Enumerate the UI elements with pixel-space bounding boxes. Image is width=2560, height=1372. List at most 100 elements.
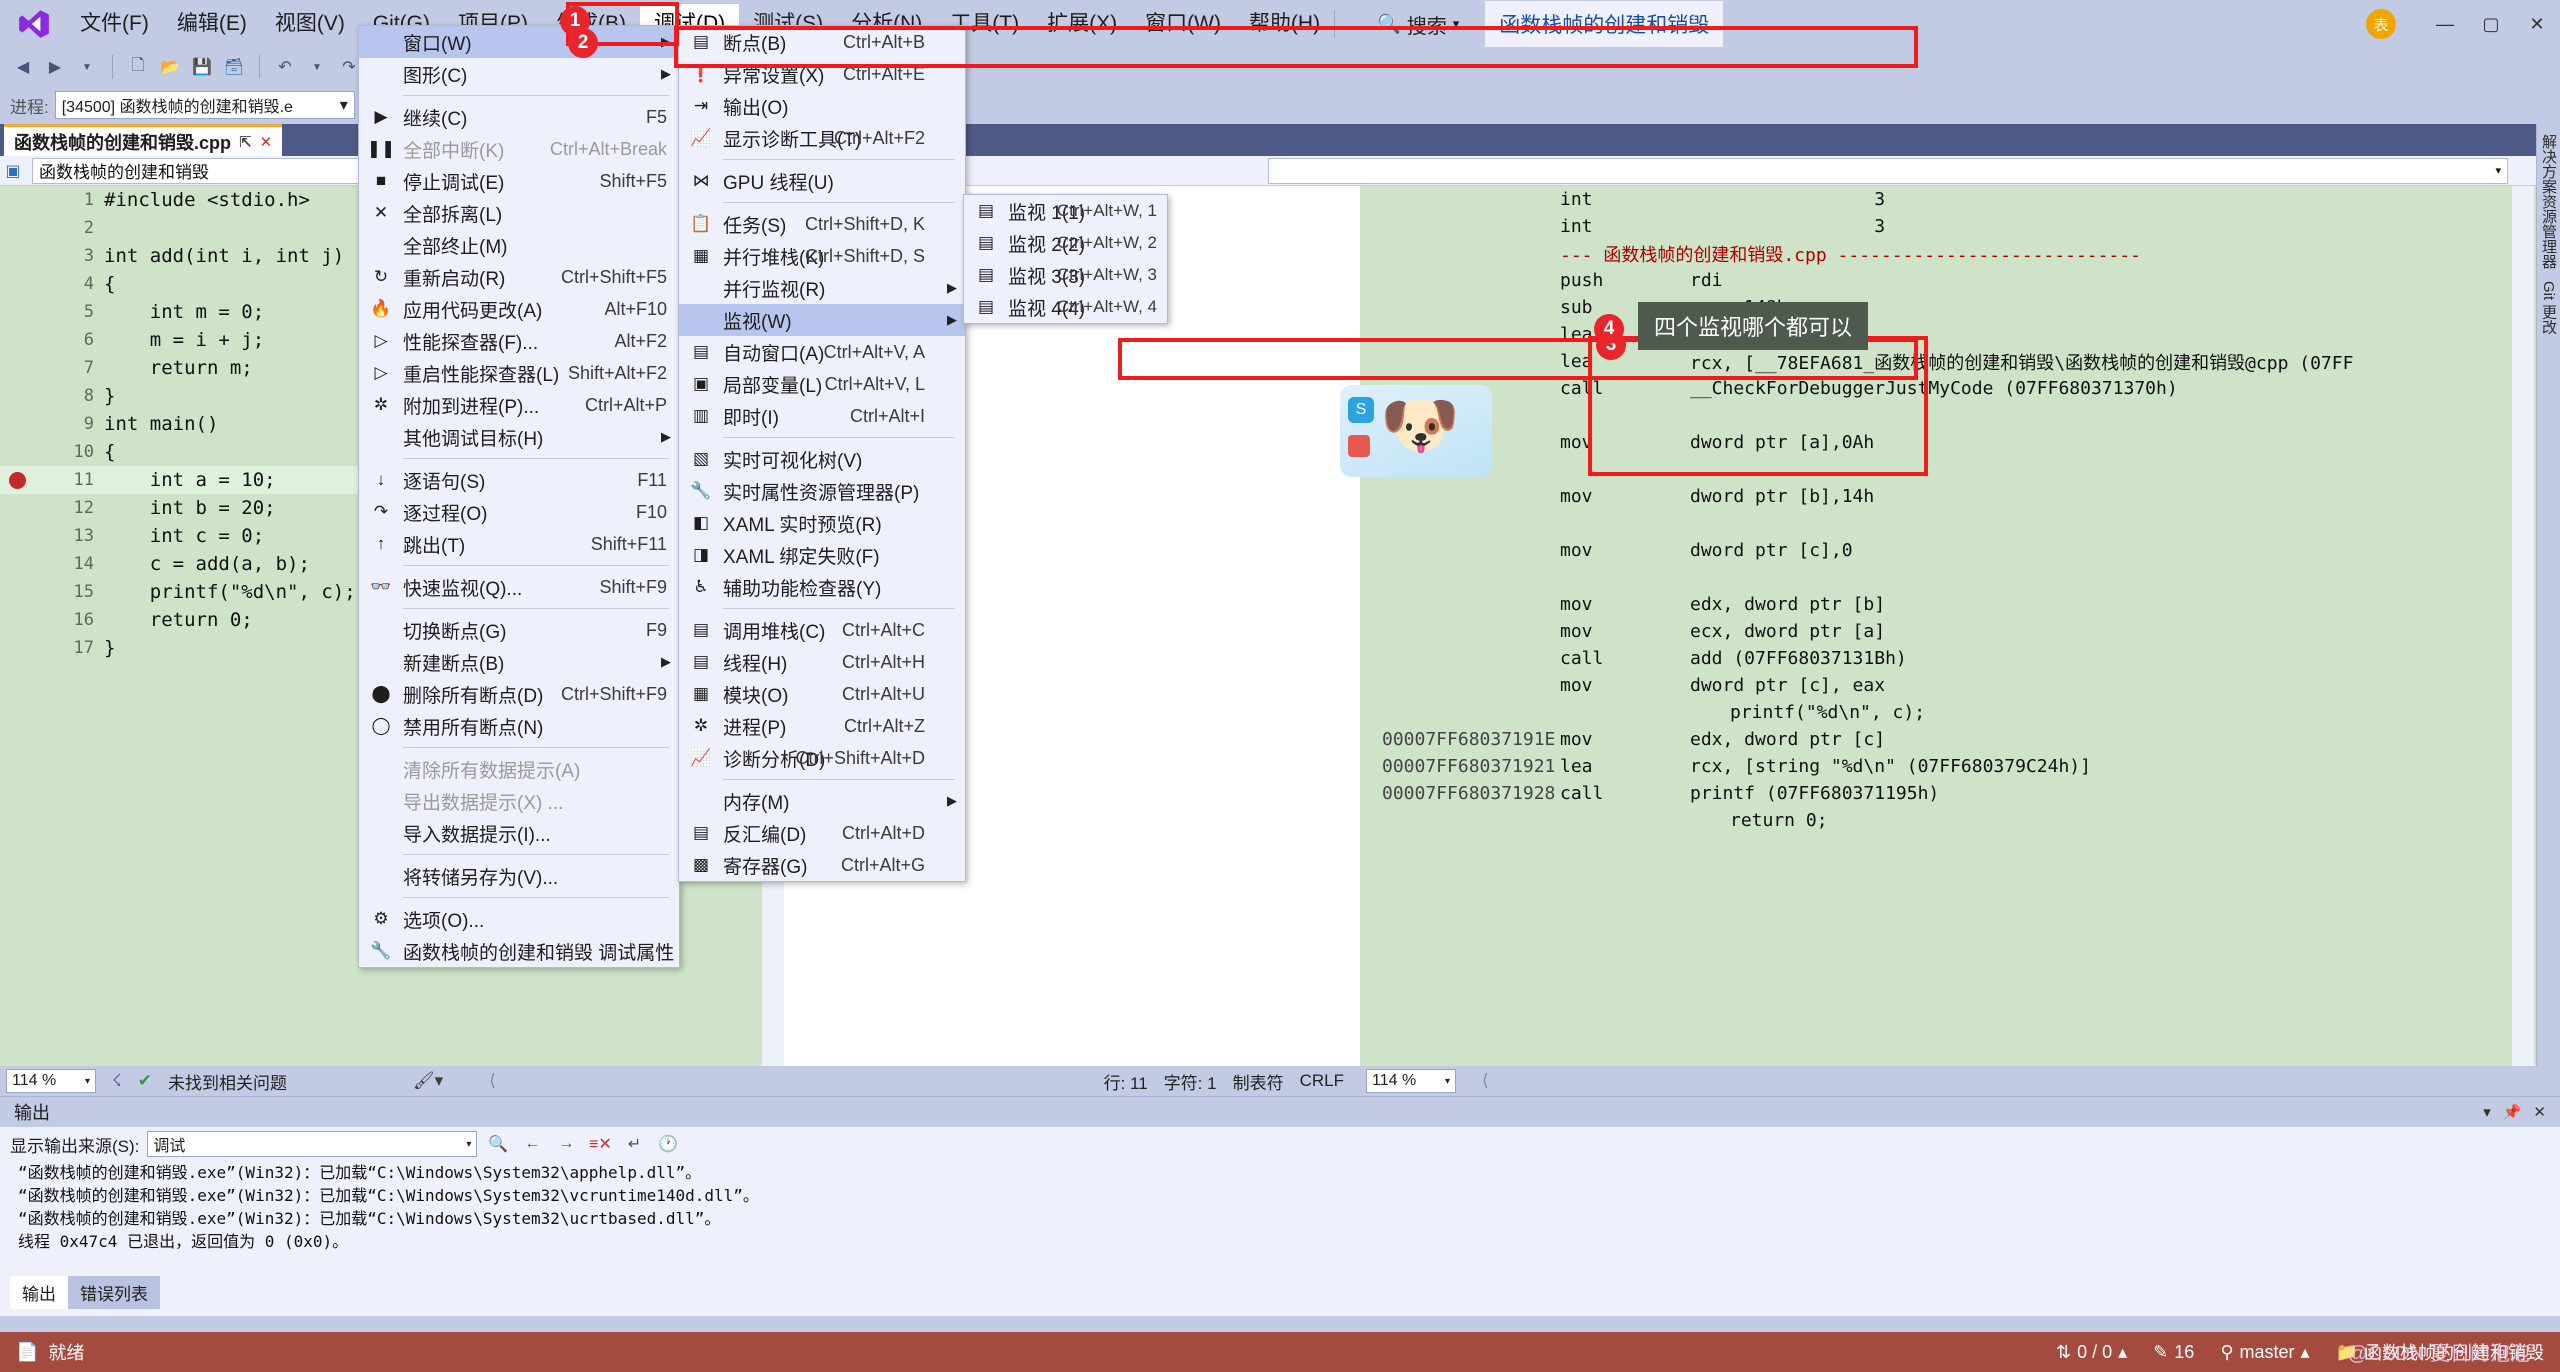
output-toolbar[interactable]: 显示输出来源(S): 调试 ▾ 🔍 ← → ≡✕ ↵ 🕐 xyxy=(0,1127,2560,1161)
timestamp-icon[interactable]: 🕐 xyxy=(655,1131,681,1157)
disassembly-line[interactable]: printf("%d\n", c); xyxy=(1360,699,2536,726)
menu-option[interactable]: ▷ 重启性能探查器(L) Shift+Alt+F2 xyxy=(359,357,679,389)
menu-option[interactable]: ▣ 局部变量(L) Ctrl+Alt+V, L xyxy=(679,368,965,400)
document-tab[interactable]: 函数栈帧的创建和销毁.cpp ⇱ ✕ xyxy=(4,124,283,156)
disassembly-line[interactable]: return 0; xyxy=(1360,807,2536,834)
disassembly-line[interactable] xyxy=(1360,402,2536,429)
disassembly-line[interactable]: 00007FF680371921 lea rcx, [string "%d\n" (… xyxy=(1360,753,2536,780)
disassembly-line[interactable]: push rdi xyxy=(1360,267,2536,294)
disassembly-line[interactable]: learbp, [rsp+20h] xyxy=(1360,321,2536,348)
menu-option[interactable]: ▶ 继续(C) F5 xyxy=(359,101,679,133)
output-panel[interactable]: 输出 ▾ 📌 ✕ 显示输出来源(S): 调试 ▾ 🔍 ← → ≡✕ ↵ 🕐 “函… xyxy=(0,1096,2560,1316)
menu-option[interactable]: ♿ 辅助功能检查器(Y) xyxy=(679,571,965,603)
disassembly-line[interactable]: subrsp, 148h xyxy=(1360,294,2536,321)
new-project-icon[interactable]: 🗋 xyxy=(125,54,151,80)
menu-option[interactable]: ◨ XAML 绑定失败(F) xyxy=(679,539,965,571)
menu-option[interactable]: ▤ 监视 2(2) Ctrl+Alt+W, 2 xyxy=(964,227,1167,259)
undo-icon[interactable]: ↶ xyxy=(272,54,298,80)
menu-option[interactable]: ▦ 并行堆栈(K) Ctrl+Shift+D, S xyxy=(679,240,965,272)
chevron-down-icon[interactable]: ▼ xyxy=(74,54,100,80)
menu-option[interactable]: ❚❚ 全部中断(K) Ctrl+Alt+Break xyxy=(359,133,679,165)
menu-option[interactable]: ⋈ GPU 线程(U) xyxy=(679,165,965,197)
word-wrap-icon[interactable]: ↵ xyxy=(621,1131,647,1157)
menu-item-0[interactable]: 文件(F) xyxy=(66,4,163,44)
menu-option[interactable]: ▤ 断点(B) Ctrl+Alt+B xyxy=(679,26,965,58)
disassembly-line[interactable] xyxy=(1360,564,2536,591)
menu-item-11[interactable]: 窗口(W) xyxy=(1131,4,1235,44)
menu-option[interactable]: ✕ 全部拆离(L) xyxy=(359,197,679,229)
menu-option[interactable]: 🔧 实时属性资源管理器(P) xyxy=(679,475,965,507)
output-tab-strip[interactable]: 输出 错误列表 xyxy=(0,1276,2560,1309)
menu-option[interactable]: 新建断点(B) ▶ xyxy=(359,646,679,678)
rail-item-0[interactable]: 解决方案资源管理器 xyxy=(2538,134,2559,269)
menu-option[interactable]: ▷ 性能探查器(F)... Alt+F2 xyxy=(359,325,679,357)
pin-icon[interactable]: 📌 xyxy=(2503,1103,2522,1121)
watch-submenu[interactable]: ▤ 监视 1(1) Ctrl+Alt+W, 1 ▤ 监视 2(2) Ctrl+Alt+W,… xyxy=(963,194,1168,324)
menu-option[interactable]: ↻ 重新启动(R) Ctrl+Shift+F5 xyxy=(359,261,679,293)
code-cleanup-icon[interactable]: 🖌▾ xyxy=(413,1071,443,1091)
indent-icon[interactable]: → xyxy=(553,1131,579,1157)
git-branch[interactable]: ⚲ master ▴ xyxy=(2220,1342,2309,1363)
menu-option[interactable]: ▦ 模块(O) Ctrl+Alt+U xyxy=(679,678,965,710)
menu-option[interactable]: ✲ 附加到进程(P)... Ctrl+Alt+P xyxy=(359,389,679,421)
save-icon[interactable]: 💾 xyxy=(189,54,215,80)
menu-option[interactable]: ▤ 调用堆栈(C) Ctrl+Alt+C xyxy=(679,614,965,646)
zoom-level-combo-left[interactable]: 114 % ▾ xyxy=(6,1069,96,1093)
process-combo[interactable]: [34500] 函数栈帧的创建和销毁.e ▾ xyxy=(54,91,355,119)
left-editor-status-bar[interactable]: 114 % ▾ ☇ ✔ 未找到相关问题 🖌▾ ⟨ 行: 11 字符: 1 制表符… xyxy=(0,1066,1360,1096)
menu-item-2[interactable]: 视图(V) xyxy=(261,4,359,44)
debug-menu[interactable]: 窗口(W) ▶ 图形(C) ▶ ▶ 继续(C) F5 ❚❚ 全部中断(K) Ctrl+Alt+Br… xyxy=(358,25,680,968)
menu-option[interactable]: 导入数据提示(I)... xyxy=(359,817,679,849)
menu-item-10[interactable]: 扩展(X) xyxy=(1033,4,1131,44)
chevron-down-icon[interactable]: ▾ xyxy=(2483,1103,2491,1121)
breakpoint-gutter[interactable] xyxy=(0,471,34,489)
menu-option[interactable]: 🔧 函数栈帧的创建和销毁 调试属性 xyxy=(359,935,679,967)
disassembly-line[interactable]: mov dword ptr [c], eax xyxy=(1360,672,2536,699)
menu-option[interactable]: 📈 显示诊断工具(T) Ctrl+Alt+F2 xyxy=(679,122,965,154)
menu-option[interactable]: ▤ 线程(H) Ctrl+Alt+H xyxy=(679,646,965,678)
menu-option[interactable]: ↷ 逐过程(O) F10 xyxy=(359,496,679,528)
output-source-combo[interactable]: 调试 ▾ xyxy=(147,1131,478,1157)
disassembly-line[interactable]: mov dword ptr [c],0 xyxy=(1360,537,2536,564)
menu-option[interactable]: ◯ 禁用所有断点(N) xyxy=(359,710,679,742)
menu-option[interactable]: ⚙ 选项(O)... xyxy=(359,903,679,935)
disassembly-view[interactable]: int 3 int 3 --- 函数栈帧的创建和销毁.cpp -----------… xyxy=(1360,186,2536,1066)
clear-output-icon[interactable]: ≡✕ xyxy=(587,1131,613,1157)
disassembly-line[interactable]: call add (07FF68037131Bh) xyxy=(1360,645,2536,672)
close-icon[interactable]: ✕ xyxy=(260,133,273,151)
disassembly-line[interactable]: mov dword ptr [a],0Ah xyxy=(1360,429,2536,456)
menu-option[interactable]: ▤ 监视 3(3) Ctrl+Alt+W, 3 xyxy=(964,259,1167,291)
breakpoint-icon[interactable] xyxy=(8,471,26,489)
output-tab-1[interactable]: 错误列表 xyxy=(68,1276,160,1309)
menu-option[interactable]: ▤ 自动窗口(A) Ctrl+Alt+V, A xyxy=(679,336,965,368)
menu-option[interactable]: ✲ 进程(P) Ctrl+Alt+Z xyxy=(679,710,965,742)
find-message-icon[interactable]: 🔍 xyxy=(485,1131,511,1157)
menu-option[interactable]: 图形(C) ▶ xyxy=(359,58,679,90)
disassembly-line[interactable]: int 3 xyxy=(1360,213,2536,240)
menu-option[interactable]: ❗ 异常设置(X) Ctrl+Alt+E xyxy=(679,58,965,90)
menu-option[interactable]: 内存(M) ▶ xyxy=(679,785,965,817)
navigate-backward-icon[interactable]: ◀ xyxy=(10,54,36,80)
scroll-left-icon[interactable]: ⟨ xyxy=(489,1071,496,1091)
menu-option[interactable]: 📋 任务(S) Ctrl+Shift+D, K xyxy=(679,208,965,240)
menu-option[interactable]: ▤ 监视 4(4) Ctrl+Alt+W, 4 xyxy=(964,291,1167,323)
menu-option[interactable]: ◧ XAML 实时预览(R) xyxy=(679,507,965,539)
window-controls[interactable]: 表 — ▢ ✕ xyxy=(2366,0,2560,48)
disassembly-line[interactable]: mov ecx, dword ptr [a] xyxy=(1360,618,2536,645)
menu-option[interactable]: ⬤ 删除所有断点(D) Ctrl+Shift+F9 xyxy=(359,678,679,710)
save-all-icon[interactable]: 🗃 xyxy=(221,54,247,80)
disassembly-line[interactable] xyxy=(1360,456,2536,483)
disassembly-line[interactable]: lea rcx, [__78EFA681_函数栈帧的创建和销毁\函数栈帧的创建和销… xyxy=(1360,348,2536,375)
menu-option[interactable]: 清除所有数据提示(A) xyxy=(359,753,679,785)
debug-window-submenu[interactable]: ▤ 断点(B) Ctrl+Alt+B ❗ 异常设置(X) Ctrl+Alt+E ⇥ 输出(O)… xyxy=(678,25,966,882)
right-tool-rail[interactable]: 解决方案资源管理器 Git 更改 xyxy=(2536,124,2560,1066)
menu-option[interactable]: 其他调试目标(H) ▶ xyxy=(359,421,679,453)
menu-option[interactable]: 👓 快速监视(Q)... Shift+F9 xyxy=(359,571,679,603)
close-button[interactable]: ✕ xyxy=(2514,1,2560,47)
menu-item-1[interactable]: 编辑(E) xyxy=(163,4,261,44)
output-tab-0[interactable]: 输出 xyxy=(10,1276,68,1309)
scroll-left-icon[interactable]: ⟨ xyxy=(1482,1071,1489,1091)
navigate-forward-icon[interactable]: ▶ xyxy=(42,54,68,80)
menu-option[interactable]: ▤ 监视 1(1) Ctrl+Alt+W, 1 xyxy=(964,195,1167,227)
output-text-body[interactable]: “函数栈帧的创建和销毁.exe”(Win32)：已加载“C:\Windows\S… xyxy=(0,1161,2560,1279)
